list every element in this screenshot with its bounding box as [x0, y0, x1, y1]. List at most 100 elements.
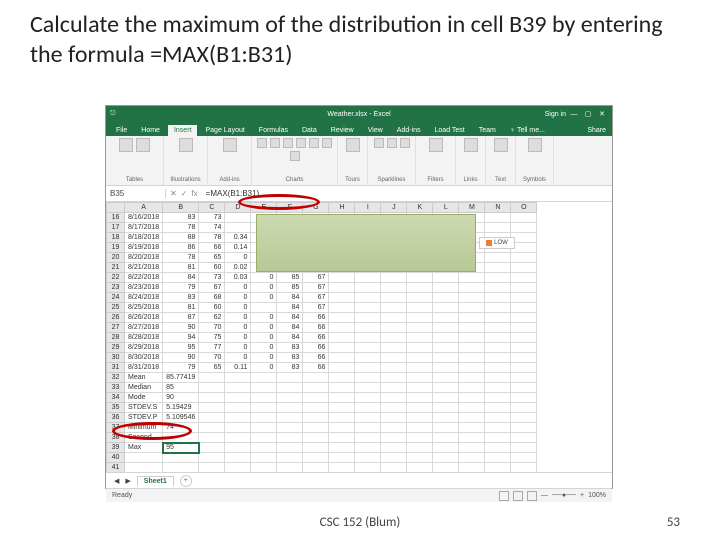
cell[interactable]	[433, 363, 459, 373]
cell[interactable]: 8/17/2018	[125, 223, 163, 233]
cell[interactable]	[433, 273, 459, 283]
col-header[interactable]: M	[459, 203, 485, 213]
cell[interactable]: 0.34	[225, 233, 251, 243]
signin-link[interactable]: Sign in	[545, 111, 566, 118]
cell[interactable]: 65	[199, 363, 225, 373]
cell[interactable]	[303, 393, 329, 403]
cell[interactable]	[459, 443, 485, 453]
cell[interactable]	[381, 433, 407, 443]
cell[interactable]	[511, 293, 537, 303]
cell[interactable]	[485, 273, 511, 283]
cell[interactable]	[329, 353, 355, 363]
maximize-icon[interactable]: ▢	[582, 110, 594, 118]
cell[interactable]: 90	[163, 323, 199, 333]
cell[interactable]	[277, 373, 303, 383]
cell[interactable]	[381, 403, 407, 413]
row-header[interactable]: 23	[107, 283, 125, 293]
tab-file[interactable]: File	[110, 125, 133, 136]
row-header[interactable]: 17	[107, 223, 125, 233]
cell[interactable]	[381, 413, 407, 423]
cell[interactable]	[329, 283, 355, 293]
cell[interactable]	[199, 383, 225, 393]
cell[interactable]: 8/29/2018	[125, 343, 163, 353]
fx-icon[interactable]: fx	[191, 189, 197, 198]
cell[interactable]	[433, 433, 459, 443]
cell[interactable]	[511, 393, 537, 403]
cell[interactable]: 66	[303, 333, 329, 343]
cell[interactable]	[225, 393, 251, 403]
cell[interactable]	[199, 403, 225, 413]
cell[interactable]	[355, 443, 381, 453]
cell[interactable]	[251, 433, 277, 443]
cell[interactable]: 0.14	[225, 243, 251, 253]
cell[interactable]	[511, 303, 537, 313]
cell[interactable]	[303, 463, 329, 473]
cell[interactable]	[459, 303, 485, 313]
cell[interactable]	[511, 253, 537, 263]
cell[interactable]: 95	[163, 443, 199, 453]
cell[interactable]: 0	[251, 283, 277, 293]
cell[interactable]	[433, 373, 459, 383]
cell[interactable]	[251, 413, 277, 423]
cell[interactable]	[459, 343, 485, 353]
table-icon[interactable]	[136, 138, 150, 152]
cell[interactable]	[407, 283, 433, 293]
chart-icon[interactable]	[322, 138, 332, 148]
minimize-icon[interactable]: —	[568, 111, 580, 118]
cell[interactable]	[303, 423, 329, 433]
cell[interactable]	[433, 423, 459, 433]
cell[interactable]	[251, 403, 277, 413]
chart-icon[interactable]	[283, 138, 293, 148]
view-break-icon[interactable]	[527, 491, 537, 501]
sparkline-icon[interactable]	[400, 138, 410, 148]
cell[interactable]	[485, 213, 511, 223]
cell[interactable]	[251, 383, 277, 393]
cell[interactable]: 84	[277, 293, 303, 303]
cell[interactable]	[511, 323, 537, 333]
cell[interactable]: 67	[303, 293, 329, 303]
cell[interactable]	[459, 373, 485, 383]
row-header[interactable]: 36	[107, 413, 125, 423]
cell[interactable]	[199, 433, 225, 443]
cell[interactable]	[277, 453, 303, 463]
cell[interactable]: 65	[199, 253, 225, 263]
cell[interactable]	[355, 373, 381, 383]
cell[interactable]	[329, 343, 355, 353]
cell[interactable]	[511, 223, 537, 233]
cell[interactable]	[277, 393, 303, 403]
cell[interactable]	[433, 313, 459, 323]
cell[interactable]	[355, 273, 381, 283]
row-header[interactable]: 19	[107, 243, 125, 253]
cell[interactable]	[459, 283, 485, 293]
cell[interactable]: 0	[225, 323, 251, 333]
cell[interactable]: 60	[199, 263, 225, 273]
cell[interactable]	[433, 333, 459, 343]
cell[interactable]: 88	[163, 233, 199, 243]
cell[interactable]: STDEV.P	[125, 413, 163, 423]
row-header[interactable]: 18	[107, 233, 125, 243]
cell[interactable]	[329, 323, 355, 333]
cell[interactable]	[511, 413, 537, 423]
cell[interactable]: 0	[225, 353, 251, 363]
pictures-icon[interactable]	[179, 138, 193, 152]
cell[interactable]	[225, 463, 251, 473]
cell[interactable]	[199, 443, 225, 453]
cell[interactable]	[225, 423, 251, 433]
close-icon[interactable]: ✕	[596, 110, 608, 118]
cell[interactable]: 5.19429	[163, 403, 199, 413]
cell[interactable]: 0.11	[225, 363, 251, 373]
cell[interactable]	[433, 293, 459, 303]
cell[interactable]: 83	[277, 353, 303, 363]
cell[interactable]: 8/19/2018	[125, 243, 163, 253]
cell[interactable]	[485, 283, 511, 293]
cell[interactable]	[485, 313, 511, 323]
cell[interactable]	[485, 433, 511, 443]
cell[interactable]	[407, 333, 433, 343]
sparkline-icon[interactable]	[387, 138, 397, 148]
cell[interactable]: 86	[163, 243, 199, 253]
cell[interactable]: 83	[277, 343, 303, 353]
row-header[interactable]: 39	[107, 443, 125, 453]
cell[interactable]	[511, 403, 537, 413]
cell[interactable]: 90	[163, 393, 199, 403]
chart-icon[interactable]	[309, 138, 319, 148]
